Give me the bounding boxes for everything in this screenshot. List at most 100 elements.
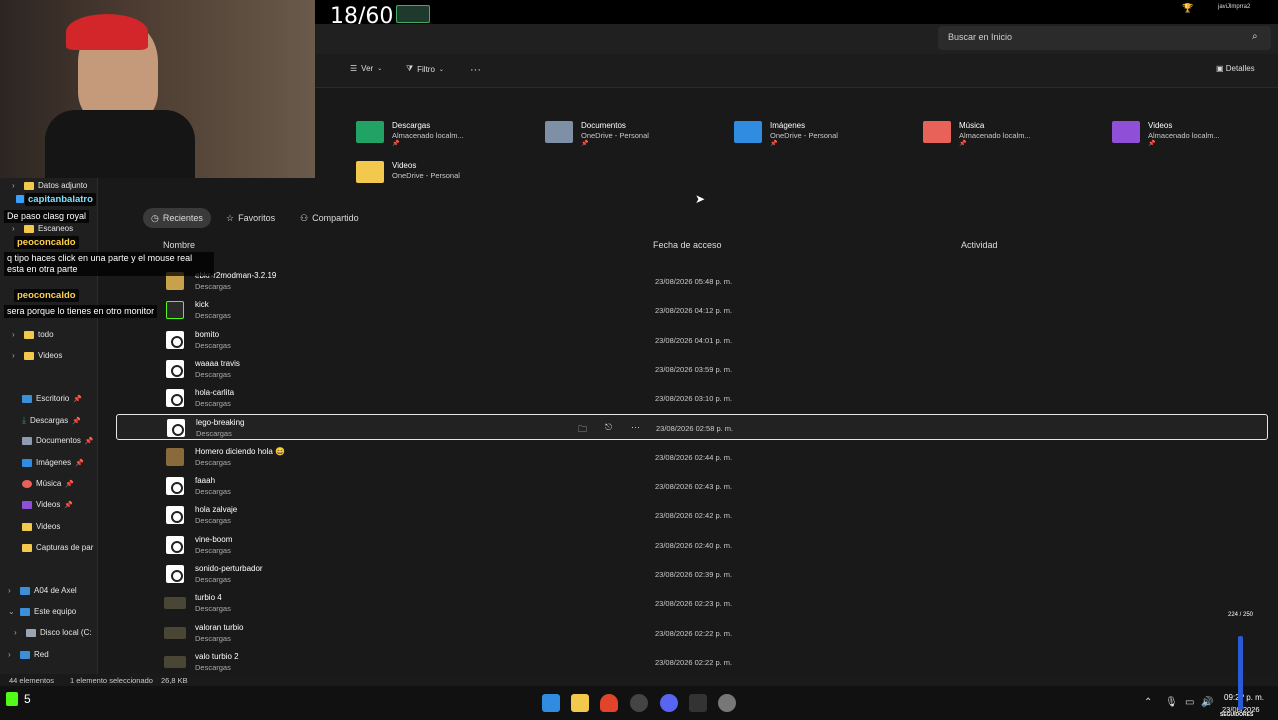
start-button-icon[interactable] [542,694,560,712]
more-options-button[interactable]: ··· [470,64,481,76]
black-shirt [45,110,195,178]
chat-username[interactable]: capitanbalatro [25,193,96,206]
file-row[interactable]: sonido-perturbador Descargas 23/08/2026 02… [116,561,1268,587]
drive-icon [26,628,36,637]
pin-icon: 📌 [959,141,967,147]
viewer-stat: 224 / 250 [1228,612,1254,618]
chevron-down-icon: ⌄ [438,66,444,73]
file-row[interactable]: valo turbio 2 Descargas 23/08/2026 02:22 p… [116,649,1268,675]
sidebar-item-todo[interactable]: › todo [12,330,54,339]
sidebar-item-este-equipo[interactable]: ⌄ Este equipo [8,607,76,616]
pin-icon: 📌 [770,141,778,147]
network-icon[interactable]: ▭ [1185,697,1194,708]
quick-access-imagenes[interactable]: Imágenes OneDrive - Personal 📌 [734,121,838,147]
share-icon[interactable]: ⎋ [605,422,612,433]
file-row[interactable]: hola zalvaje Descargas 23/08/2026 02:42 p.… [116,502,1268,528]
tab-compartido[interactable]: ⚇ Compartido [292,208,367,228]
microphone-icon[interactable]: 🎙 [1165,697,1178,708]
sidebar-item-videos-folder[interactable]: › Videos [12,351,62,360]
file-row[interactable]: waaaa travis Descargas 23/08/2026 03:59 p.… [116,356,1268,382]
sidebar-item-videos-2[interactable]: Videos [22,522,60,531]
filter-button[interactable]: ⧩ Filtro ⌄ [406,64,444,74]
desktop-icon [22,394,32,403]
sidebar-item-red[interactable]: › Red [8,650,49,659]
audio-file-icon [166,506,184,524]
pin-icon: 📌 [84,437,94,445]
open-folder-icon[interactable]: 🗀 [578,422,587,438]
discord-icon[interactable] [660,694,678,712]
details-button[interactable]: ▣ Detalles [1216,64,1255,73]
search-input[interactable]: Buscar en Inicio [938,26,1271,50]
file-row-selected[interactable]: lego-breaking Descargas 🗀 ⎋ ··· 23/08/2026 02… [116,414,1268,440]
view-button[interactable]: ☰ Ver ⌄ [350,64,382,73]
selection-info: 1 elemento seleccionado [70,676,153,685]
clock-time[interactable]: 09:2? p. m. [1224,693,1264,702]
clock-icon: ◷ [151,212,159,223]
file-row[interactable]: faaah Descargas 23/08/2026 02:43 p. m. [116,473,1268,499]
sidebar-item-videos-library[interactable]: Videos 📌 [22,500,73,509]
pictures-folder-icon [734,121,762,143]
quick-access-musica[interactable]: Música Almacenado localm... 📌 [923,121,1031,147]
quick-access-videos[interactable]: Videos Almacenado localm... 📌 [1112,121,1220,147]
column-header-date[interactable]: Fecha de acceso [653,240,722,250]
sidebar-item-capturas[interactable]: Capturas de par [22,543,93,552]
chat-username[interactable]: peoconcaldo [14,236,79,249]
settings-gear-icon[interactable] [718,694,736,712]
followers-label: SEGUIDORES [1220,712,1254,718]
chat-badge-icon [16,195,24,203]
obs-icon[interactable] [630,694,648,712]
filter-icon: ⧩ [406,64,414,73]
sidebar-item-disco-local[interactable]: › Disco local (C: [14,628,92,637]
file-row[interactable]: kick Descargas 23/08/2026 04:12 p. m. [116,297,1268,323]
computer-icon [20,607,30,616]
videos-icon [22,500,32,509]
pin-icon: 📌 [73,395,83,403]
videos-folder-icon [1112,121,1140,143]
quick-access-videos-onedrive[interactable]: Videos OneDrive - Personal [356,161,460,183]
audio-file-icon [166,565,184,583]
chat-username[interactable]: peoconcaldo [14,289,79,302]
counter-graphic [396,5,430,23]
file-row[interactable]: bomito Descargas 23/08/2026 04:01 p. m. [116,327,1268,353]
chevron-right-icon: › [8,650,11,659]
folder-icon [24,181,34,190]
tray-chevron-icon[interactable]: ⌃ [1144,697,1152,708]
chat-message: q tipo haces click en una parte y el mou… [4,252,214,276]
file-row[interactable]: ebkr-r2modman-3.2.19 Descargas 23/08/2026 … [116,268,1268,294]
sidebar-item-imagenes[interactable]: Imágenes 📌 [22,458,84,467]
sidebar-item-musica[interactable]: Música 📌 [22,479,74,488]
audio-file-icon [166,536,184,554]
sidebar-item-escaneos[interactable]: › Escaneos [12,224,73,233]
sidebar-item-datos-adjuntos[interactable]: › Datos adjunto [12,181,87,190]
network-icon [20,650,30,659]
sidebar-item-documentos[interactable]: Documentos 📌 [22,436,94,445]
quick-access-descargas[interactable]: Descargas Almacenado localm... 📌 [356,121,464,147]
music-icon [22,479,32,488]
column-header-name[interactable]: Nombre [163,240,195,250]
audio-file-icon [166,331,184,349]
image-thumbnail-icon [166,448,184,466]
file-row[interactable]: turbio 4 Descargas 23/08/2026 02:23 p. m. [116,590,1268,616]
file-explorer-icon[interactable] [571,694,589,712]
brave-browser-icon[interactable] [600,694,618,712]
sidebar-item-a04[interactable]: › A04 de Axel [8,586,77,595]
tab-favoritos[interactable]: ☆ Favoritos [218,208,283,228]
sidebar-item-escritorio[interactable]: Escritorio 📌 [22,394,82,403]
folder-icon [22,543,32,552]
sidebar-item-descargas[interactable]: ⤓ Descargas 📌 [22,415,81,426]
quick-access-documentos[interactable]: Documentos OneDrive - Personal 📌 [545,121,649,147]
chevron-right-icon: › [12,181,15,190]
file-row[interactable]: Homero diciendo hola 😄 Descargas 23/08/202… [116,444,1268,470]
file-row[interactable]: valoran turbio Descargas 23/08/2026 02:22 … [116,620,1268,646]
file-row[interactable]: vine-boom Descargas 23/08/2026 02:40 p. m. [116,532,1268,558]
search-icon[interactable]: ⌕ [1252,31,1258,42]
download-folder-icon [356,121,384,143]
column-header-activity[interactable]: Actividad [961,240,998,250]
volume-icon[interactable]: 🔊 [1201,697,1213,708]
more-icon[interactable]: ··· [631,422,640,432]
file-row[interactable]: hola-carlita Descargas 23/08/2026 03:10 p.… [116,385,1268,411]
tab-recientes[interactable]: ◷ Recientes [143,208,211,228]
chevron-right-icon: › [14,628,17,637]
chevron-down-icon: ⌄ [377,66,383,72]
app-icon[interactable] [689,694,707,712]
